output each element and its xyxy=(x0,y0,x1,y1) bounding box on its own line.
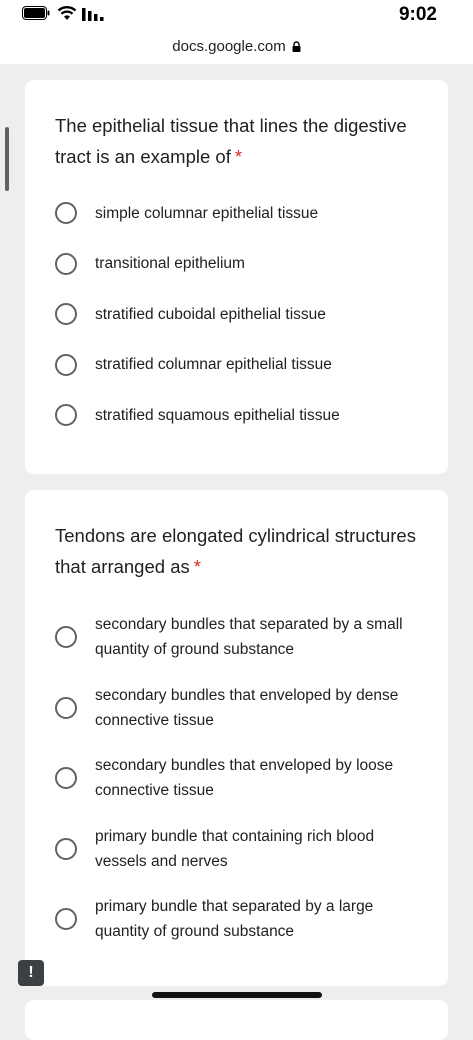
option-label[interactable]: stratified columnar epithelial tissue xyxy=(95,352,332,377)
status-time: 9:02 xyxy=(398,4,437,25)
question-card-3 xyxy=(25,1000,448,1040)
address-bar[interactable]: docs.google.com xyxy=(0,32,473,64)
radio-button-icon[interactable] xyxy=(55,696,77,719)
option-item[interactable]: stratified squamous epithelial tissue xyxy=(55,390,420,441)
battery-icon xyxy=(22,6,50,20)
option-label[interactable]: secondary bundles that enveloped by dens… xyxy=(95,683,420,733)
option-item[interactable]: stratified cuboidal epithelial tissue xyxy=(55,289,420,340)
option-label[interactable]: stratified squamous epithelial tissue xyxy=(95,403,340,428)
option-label[interactable]: simple columnar epithelial tissue xyxy=(95,201,318,226)
option-item[interactable]: transitional epithelium xyxy=(55,239,420,290)
radio-button-icon[interactable] xyxy=(55,767,77,790)
option-label[interactable]: transitional epithelium xyxy=(95,251,245,276)
option-item[interactable]: secondary bundles that enveloped by dens… xyxy=(55,673,420,744)
option-label[interactable]: secondary bundles that separated by a sm… xyxy=(95,612,420,662)
wifi-icon xyxy=(57,6,77,20)
required-asterisk: * xyxy=(234,146,243,167)
option-item[interactable]: secondary bundles that enveloped by loos… xyxy=(55,743,420,814)
scroll-indicator[interactable] xyxy=(5,127,9,191)
radio-button-icon[interactable] xyxy=(55,353,77,376)
option-item[interactable]: primary bundle that containing rich bloo… xyxy=(55,814,420,885)
radio-button-icon[interactable] xyxy=(55,303,77,326)
signal-icon xyxy=(82,8,104,21)
feedback-icon[interactable]: ! xyxy=(18,960,44,986)
lock-icon xyxy=(292,41,301,52)
question-title: The epithelial tissue that lines the dig… xyxy=(55,115,407,167)
option-label[interactable]: secondary bundles that enveloped by loos… xyxy=(95,753,420,803)
option-label[interactable]: primary bundle that containing rich bloo… xyxy=(95,824,420,874)
radio-button-icon[interactable] xyxy=(55,837,77,860)
radio-button-icon[interactable] xyxy=(55,404,77,427)
radio-button-icon[interactable] xyxy=(55,202,77,225)
option-label[interactable]: primary bundle that separated by a large… xyxy=(95,894,420,944)
option-item[interactable]: simple columnar epithelial tissue xyxy=(55,188,420,239)
option-list: simple columnar epithelial tissue transi… xyxy=(55,188,420,441)
url-text[interactable]: docs.google.com xyxy=(172,38,285,55)
question-card-2: Tendons are elongated cylindrical struct… xyxy=(25,490,448,986)
option-item[interactable]: secondary bundles that separated by a sm… xyxy=(55,602,420,673)
required-asterisk: * xyxy=(193,556,201,577)
question-title: Tendons are elongated cylindrical struct… xyxy=(55,525,416,577)
radio-button-icon[interactable] xyxy=(55,908,77,931)
option-list: secondary bundles that separated by a sm… xyxy=(55,602,420,955)
option-item[interactable]: stratified columnar epithelial tissue xyxy=(55,340,420,391)
option-label[interactable]: stratified cuboidal epithelial tissue xyxy=(95,302,326,327)
question-card-1: The epithelial tissue that lines the dig… xyxy=(25,80,448,474)
radio-button-icon[interactable] xyxy=(55,626,77,649)
status-bar: 9:02 xyxy=(0,0,473,32)
home-indicator[interactable] xyxy=(152,992,322,998)
radio-button-icon[interactable] xyxy=(55,252,77,275)
option-item[interactable]: primary bundle that separated by a large… xyxy=(55,884,420,955)
